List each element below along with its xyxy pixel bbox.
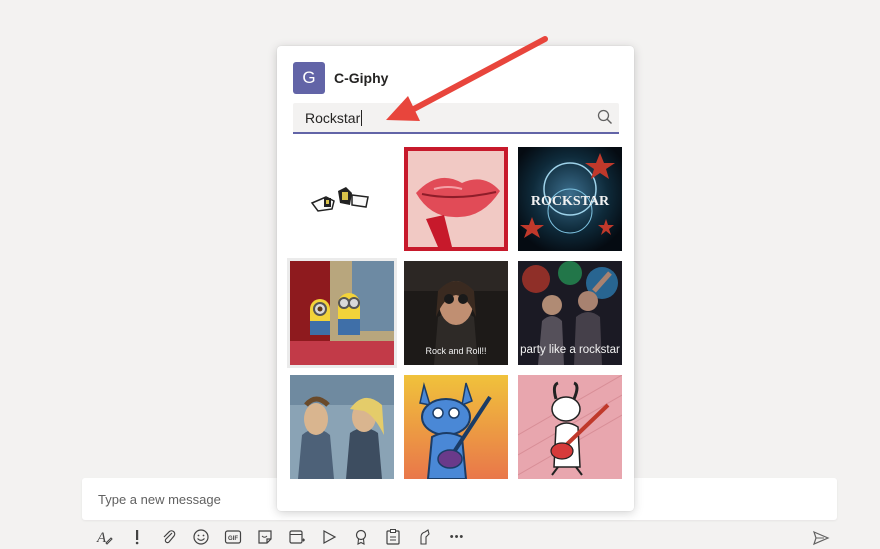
gif-result-blue-guitarist[interactable] — [404, 375, 508, 479]
gif-result-rock-and-roll[interactable]: Rock and Roll!! — [404, 261, 508, 365]
emoji-icon[interactable] — [190, 526, 212, 548]
compose-toolbar: A GIF ••• — [94, 526, 478, 548]
praise-icon[interactable] — [350, 526, 372, 548]
gif-result-rock-hands[interactable] — [290, 147, 394, 251]
gif-badge-text: GIF — [228, 536, 238, 542]
approvals-icon[interactable] — [414, 526, 436, 548]
attach-icon[interactable] — [158, 526, 180, 548]
giphy-search-value: Rockstar — [305, 110, 363, 126]
gif-result-red-lips[interactable] — [404, 147, 508, 251]
gif-result-minions[interactable] — [287, 258, 397, 368]
search-icon[interactable] — [597, 109, 613, 125]
important-icon[interactable] — [126, 526, 148, 548]
gif-result-beavis-butthead[interactable] — [290, 375, 394, 479]
gif-results-grid: ROCKSTAR Rock and Roll!! party like a ro… — [287, 147, 624, 479]
more-options-label: ••• — [449, 531, 465, 543]
giphy-search-input[interactable]: Rockstar — [293, 103, 619, 134]
rock-and-roll-caption: Rock and Roll!! — [425, 346, 486, 356]
compose-placeholder: Type a new message — [98, 492, 221, 507]
sticker-icon[interactable] — [254, 526, 276, 548]
gif-result-party-rockstar[interactable]: party like a rockstar — [518, 261, 622, 365]
schedule-meeting-icon[interactable] — [286, 526, 308, 548]
party-rockstar-caption: party like a rockstar — [520, 344, 620, 356]
clipboard-icon[interactable] — [382, 526, 404, 548]
send-icon[interactable] — [810, 527, 832, 549]
rockstar-caption: ROCKSTAR — [531, 194, 610, 209]
giphy-picker-popup: G C-Giphy Rockstar ROCKSTAR Rock and Rol… — [277, 46, 634, 511]
stream-icon[interactable] — [318, 526, 340, 548]
format-icon[interactable]: A — [94, 526, 116, 548]
svg-text:A: A — [96, 530, 107, 546]
giphy-app-title: C-Giphy — [334, 70, 389, 86]
more-options-icon[interactable]: ••• — [446, 526, 468, 548]
gif-result-rockstar-logo[interactable]: ROCKSTAR — [518, 147, 622, 251]
gif-icon[interactable]: GIF — [222, 526, 244, 548]
giphy-app-initial: G — [302, 68, 316, 87]
giphy-app-icon: G — [293, 62, 325, 94]
gif-result-snoopy-guitar[interactable] — [518, 375, 622, 479]
